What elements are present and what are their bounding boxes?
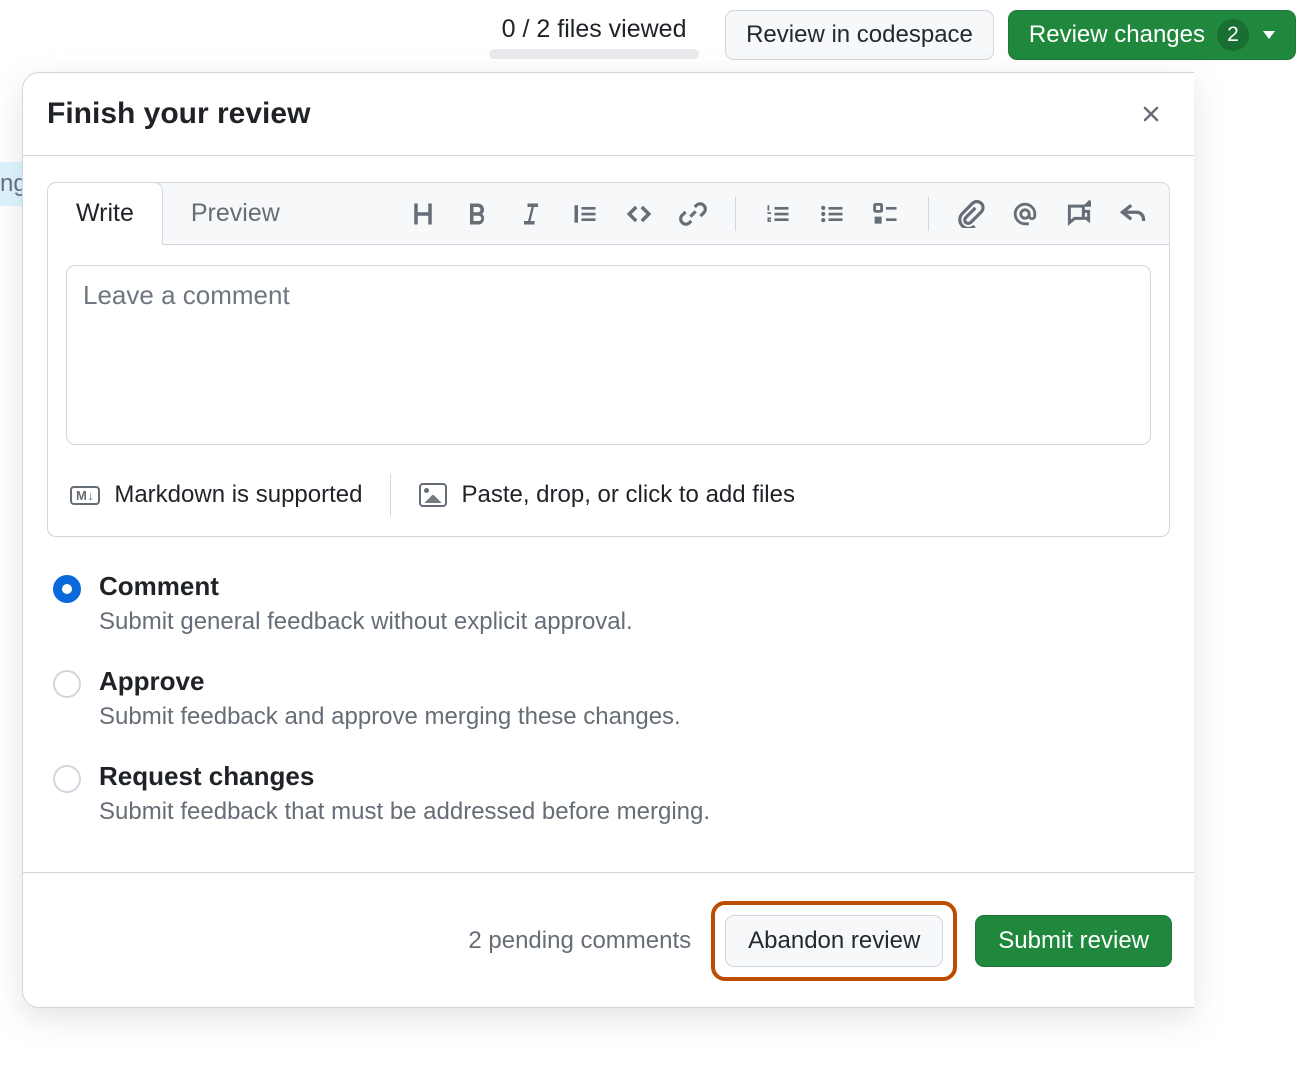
abandon-review-button[interactable]: Abandon review — [725, 915, 943, 967]
code-icon[interactable] — [625, 200, 653, 228]
mention-icon[interactable] — [1011, 200, 1039, 228]
radio-request-changes[interactable] — [53, 765, 81, 793]
option-request-changes[interactable]: Request changes Submit feedback that mus… — [53, 749, 1164, 844]
submit-review-button[interactable]: Submit review — [975, 915, 1172, 967]
abandon-review-highlight: Abandon review — [711, 901, 957, 981]
files-viewed-progress — [489, 49, 699, 59]
bold-icon[interactable] — [463, 200, 491, 228]
panel-header: Finish your review — [23, 73, 1194, 156]
editor-footer: M↓ Markdown is supported Paste, drop, or… — [48, 460, 1169, 536]
comment-textarea[interactable] — [66, 265, 1151, 445]
radio-comment[interactable] — [53, 575, 81, 603]
finish-review-panel: Finish your review Write Preview — [22, 72, 1194, 1008]
review-changes-label: Review changes — [1029, 21, 1205, 49]
submit-review-label: Submit review — [998, 927, 1149, 954]
option-approve-desc: Submit feedback and approve merging thes… — [99, 703, 681, 731]
tab-preview[interactable]: Preview — [163, 183, 309, 244]
option-request-title: Request changes — [99, 761, 710, 792]
review-changes-button[interactable]: Review changes 2 — [1008, 10, 1296, 60]
option-approve-title: Approve — [99, 666, 681, 697]
abandon-review-label: Abandon review — [748, 927, 920, 954]
option-comment-title: Comment — [99, 571, 633, 602]
editor-tabs: Write Preview — [48, 183, 1169, 245]
panel-body: Write Preview — [23, 156, 1194, 872]
editor-card: Write Preview — [47, 182, 1170, 537]
markdown-supported[interactable]: M↓ Markdown is supported — [70, 481, 362, 509]
panel-title: Finish your review — [47, 97, 310, 131]
attach-files-label: Paste, drop, or click to add files — [461, 481, 795, 509]
reply-icon[interactable] — [1119, 200, 1147, 228]
link-icon[interactable] — [679, 200, 707, 228]
option-comment[interactable]: Comment Submit general feedback without … — [53, 559, 1164, 654]
review-in-codespace-button[interactable]: Review in codespace — [725, 10, 994, 60]
review-type-options: Comment Submit general feedback without … — [47, 537, 1170, 864]
footer-separator — [390, 474, 391, 516]
toolbar-separator-1 — [735, 197, 736, 231]
caret-down-icon — [1263, 31, 1275, 39]
markdown-supported-label: Markdown is supported — [114, 481, 362, 509]
md-toolbar — [387, 197, 1169, 231]
attach-files-hint[interactable]: Paste, drop, or click to add files — [419, 481, 795, 509]
option-request-desc: Submit feedback that must be addressed b… — [99, 798, 710, 826]
pending-comments-label: 2 pending comments — [468, 927, 691, 955]
review-changes-count-badge: 2 — [1217, 19, 1249, 51]
radio-approve[interactable] — [53, 670, 81, 698]
italic-icon[interactable] — [517, 200, 545, 228]
panel-footer: 2 pending comments Abandon review Submit… — [23, 872, 1194, 1007]
ordered-list-icon[interactable] — [764, 200, 792, 228]
option-comment-desc: Submit general feedback without explicit… — [99, 608, 633, 636]
tab-write[interactable]: Write — [47, 182, 163, 245]
cross-reference-icon[interactable] — [1065, 200, 1093, 228]
task-list-icon[interactable] — [872, 200, 900, 228]
topbar: 0 / 2 files viewed Review in codespace R… — [0, 0, 1316, 70]
review-in-codespace-label: Review in codespace — [746, 21, 973, 49]
unordered-list-icon[interactable] — [818, 200, 846, 228]
heading-icon[interactable] — [409, 200, 437, 228]
option-approve[interactable]: Approve Submit feedback and approve merg… — [53, 654, 1164, 749]
bg-fragment-left: ng — [0, 162, 22, 206]
editor-area — [48, 245, 1169, 460]
toolbar-separator-2 — [928, 197, 929, 231]
image-icon — [419, 483, 447, 507]
files-viewed: 0 / 2 files viewed — [489, 12, 699, 59]
attach-icon[interactable] — [957, 200, 985, 228]
quote-icon[interactable] — [571, 200, 599, 228]
close-icon[interactable] — [1138, 101, 1164, 127]
files-viewed-label: 0 / 2 files viewed — [502, 12, 687, 47]
markdown-icon: M↓ — [70, 486, 100, 505]
